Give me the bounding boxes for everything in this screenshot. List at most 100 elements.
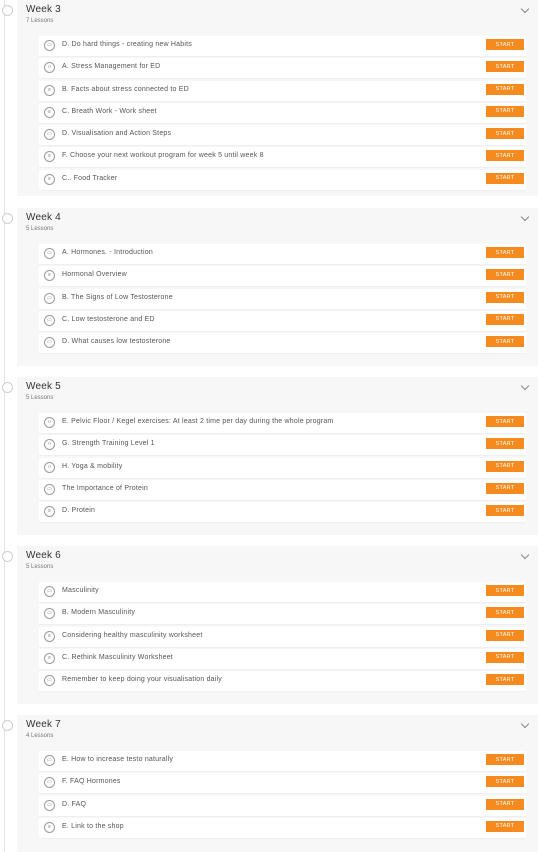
document-icon: ≡ xyxy=(44,173,55,185)
start-button[interactable]: START xyxy=(486,776,524,788)
lesson-item[interactable]: ‹› E. Pelvic Floor / Kegel exercises: At… xyxy=(39,413,526,434)
chevron-down-icon[interactable] xyxy=(520,381,530,391)
lesson-item[interactable]: ▭ A. Hormones. - Introduction START xyxy=(39,244,526,265)
chevron-down-icon[interactable] xyxy=(520,4,530,14)
lesson-title[interactable]: C. Rethink Masculinity Worksheet xyxy=(62,654,173,661)
code-icon: ‹› xyxy=(44,62,55,74)
start-button[interactable]: START xyxy=(486,820,524,832)
lesson-item[interactable]: ≡ D. Protein START xyxy=(39,502,526,524)
module-title[interactable]: Week 7 xyxy=(26,719,61,730)
lesson-item[interactable]: ▭ Masculinity START xyxy=(39,582,526,603)
lesson-title[interactable]: D. What causes low testosterone xyxy=(62,338,171,345)
lesson-item[interactable]: ≡ C.. Food Tracker START xyxy=(39,169,526,191)
lesson-count: 5 Lessons xyxy=(26,395,54,401)
lesson-item[interactable]: ▭ C. Low testosterone and ED START xyxy=(39,310,526,332)
start-button[interactable]: START xyxy=(486,336,524,348)
lesson-item[interactable]: ▭ F. FAQ Hormones START xyxy=(39,773,526,795)
lesson-item[interactable]: ▭ D. Visualisation and Action Steps STAR… xyxy=(39,125,526,147)
start-button[interactable]: START xyxy=(486,247,524,258)
code-icon: ‹› xyxy=(44,439,55,451)
start-button[interactable]: START xyxy=(486,674,524,686)
module-week-4: Week 4 5 Lessons ▭ A. Hormones. - Introd… xyxy=(2,208,538,366)
lesson-item[interactable]: ≡ Hormonal Overview START xyxy=(39,266,526,288)
lesson-title[interactable]: A. Stress Management for ED xyxy=(62,63,160,70)
document-icon: ≡ xyxy=(44,151,55,163)
module-title[interactable]: Week 4 xyxy=(26,212,61,223)
start-button[interactable]: START xyxy=(486,291,524,303)
lesson-item[interactable]: ≡ C. Breath Work - Work sheet START xyxy=(39,102,526,124)
lesson-item[interactable]: ▭ B. The Signs of Low Testosterone START xyxy=(39,288,526,310)
lesson-item[interactable]: ‹› G. Strength Training Level 1 START xyxy=(39,435,526,457)
lesson-title[interactable]: Remember to keep doing your visualisatio… xyxy=(62,676,222,683)
lesson-item[interactable]: ≡ C. Rethink Masculinity Worksheet START xyxy=(39,648,526,670)
lesson-title[interactable]: F. FAQ Hormones xyxy=(62,778,121,785)
lesson-item[interactable]: ▭ E. How to increase testo naturally STA… xyxy=(39,751,526,772)
document-icon: ≡ xyxy=(44,270,55,282)
start-button[interactable]: START xyxy=(486,438,524,450)
start-button[interactable]: START xyxy=(486,629,524,641)
lesson-title[interactable]: G. Strength Training Level 1 xyxy=(62,440,155,447)
start-button[interactable]: START xyxy=(486,651,524,663)
lesson-title[interactable]: D. Protein xyxy=(62,507,95,514)
lesson-title[interactable]: H. Yoga & mobility xyxy=(62,463,122,470)
document-icon: ≡ xyxy=(44,84,55,96)
start-button[interactable]: START xyxy=(486,607,524,619)
start-button[interactable]: START xyxy=(486,128,524,140)
module-title[interactable]: Week 5 xyxy=(26,381,61,392)
lesson-title[interactable]: B. Facts about stress connected to ED xyxy=(62,86,189,93)
lesson-item[interactable]: ‹› H. Yoga & mobility START xyxy=(39,457,526,479)
lesson-title[interactable]: A. Hormones. - Introduction xyxy=(62,249,153,256)
document-icon: ≡ xyxy=(44,506,55,518)
chevron-down-icon[interactable] xyxy=(520,212,530,222)
lesson-title[interactable]: C. Low testosterone and ED xyxy=(62,316,155,323)
lesson-title[interactable]: E. Pelvic Floor / Kegel exercises: At le… xyxy=(62,418,333,425)
start-button[interactable]: START xyxy=(486,754,524,765)
start-button[interactable]: START xyxy=(486,505,524,517)
lesson-title[interactable]: B. The Signs of Low Testosterone xyxy=(62,294,173,301)
start-button[interactable]: START xyxy=(486,61,524,73)
lesson-title[interactable]: The Importance of Protein xyxy=(62,485,148,492)
start-button[interactable]: START xyxy=(486,460,524,472)
lesson-item[interactable]: ≡ E. Link to the shop START xyxy=(39,817,526,839)
lesson-title[interactable]: D. Do hard things - creating new Habits xyxy=(62,41,192,48)
lesson-item[interactable]: ▭ D. What causes low testosterone START xyxy=(39,333,526,355)
chevron-down-icon[interactable] xyxy=(520,719,530,729)
lesson-title[interactable]: D. Visualisation and Action Steps xyxy=(62,130,171,137)
lesson-title[interactable]: Hormonal Overview xyxy=(62,271,127,278)
lesson-title[interactable]: E. Link to the shop xyxy=(62,823,124,830)
lesson-item[interactable]: ▭ B. Modern Masculinity START xyxy=(39,604,526,626)
start-button[interactable]: START xyxy=(486,83,524,95)
start-button[interactable]: START xyxy=(486,798,524,810)
lesson-title[interactable]: E. How to increase testo naturally xyxy=(62,756,173,763)
lesson-item[interactable]: ‹› A. Stress Management for ED START xyxy=(39,58,526,80)
start-button[interactable]: START xyxy=(486,482,524,494)
start-button[interactable]: START xyxy=(486,416,524,427)
lesson-item[interactable]: ▭ The Importance of Protein START xyxy=(39,479,526,501)
start-button[interactable]: START xyxy=(486,150,524,162)
module-title[interactable]: Week 3 xyxy=(26,4,61,15)
start-button[interactable]: START xyxy=(486,39,524,50)
start-button[interactable]: START xyxy=(486,172,524,184)
lesson-title[interactable]: Considering healthy masculinity workshee… xyxy=(62,632,203,639)
lesson-title[interactable]: Masculinity xyxy=(62,587,99,594)
start-button[interactable]: START xyxy=(486,269,524,281)
video-icon: ▭ xyxy=(44,40,55,51)
lesson-title[interactable]: F. Choose your next workout program for … xyxy=(62,152,264,159)
module-title[interactable]: Week 6 xyxy=(26,550,61,561)
chevron-down-icon[interactable] xyxy=(520,550,530,560)
lesson-title[interactable]: B. Modern Masculinity xyxy=(62,609,135,616)
lesson-title[interactable]: C.. Food Tracker xyxy=(62,175,117,182)
start-button[interactable]: START xyxy=(486,313,524,325)
lesson-item[interactable]: ≡ Considering healthy masculinity worksh… xyxy=(39,626,526,648)
lesson-item[interactable]: ▭ D. Do hard things - creating new Habit… xyxy=(39,36,526,57)
lesson-item[interactable]: ≡ F. Choose your next workout program fo… xyxy=(39,147,526,169)
lesson-item[interactable]: ▭ D. FAQ START xyxy=(39,795,526,817)
start-button[interactable]: START xyxy=(486,585,524,596)
lesson-title[interactable]: D. FAQ xyxy=(62,801,86,808)
lesson-item[interactable]: ▭ Remember to keep doing your visualisat… xyxy=(39,671,526,693)
start-button[interactable]: START xyxy=(486,105,524,117)
lesson-title[interactable]: C. Breath Work - Work sheet xyxy=(62,108,157,115)
timeline-dot xyxy=(2,382,13,393)
document-icon: ≡ xyxy=(44,106,55,118)
lesson-item[interactable]: ≡ B. Facts about stress connected to ED … xyxy=(39,80,526,102)
